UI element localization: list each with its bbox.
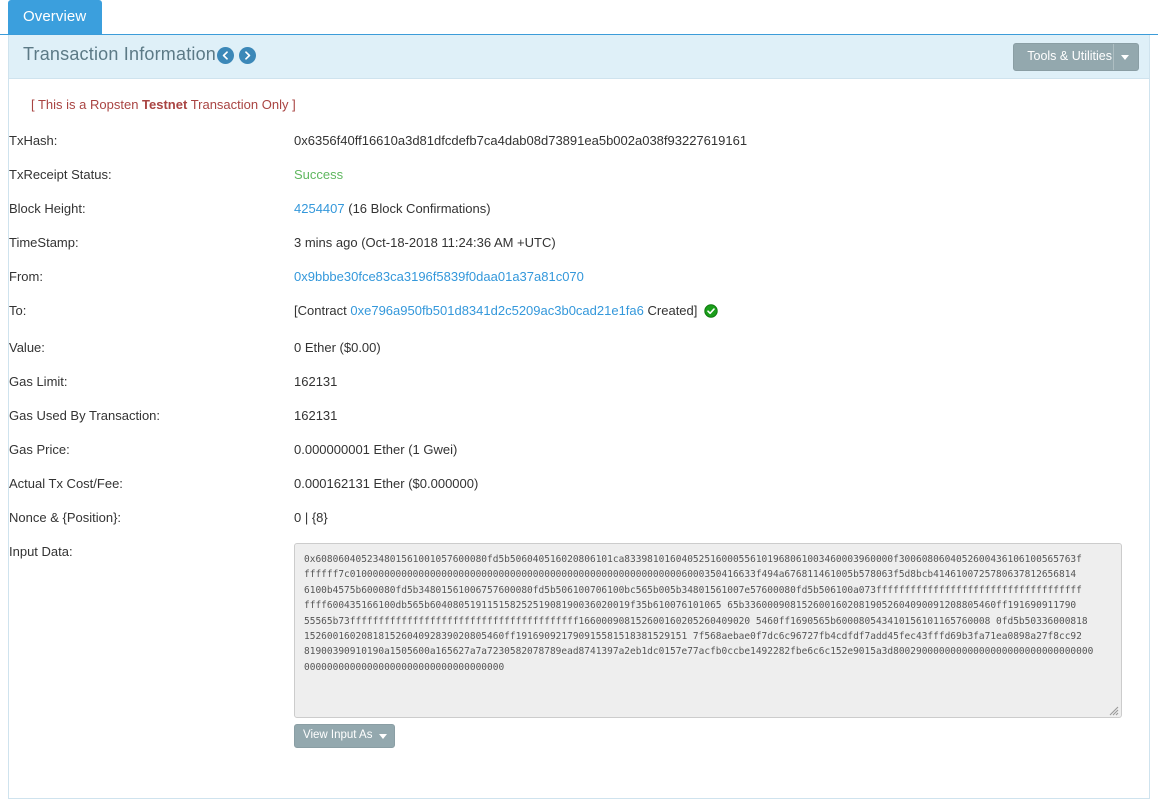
chevron-down-icon	[1121, 55, 1129, 60]
block-height-link[interactable]: 4254407	[294, 201, 345, 216]
status-label: TxReceipt Status:	[9, 167, 112, 182]
contract-address-link[interactable]: 0xe796a950fb501d8341d2c5209ac3b0cad21e1f…	[350, 303, 644, 318]
table-row-block-height: Block Height: 4254407 (16 Block Confirma…	[9, 194, 1149, 228]
gas-used-label: Gas Used By Transaction:	[9, 408, 161, 423]
timestamp-label: TimeStamp:	[9, 235, 79, 250]
table-row-tx-cost: Actual Tx Cost/Fee: 0.000162131 Ether ($…	[9, 469, 1149, 503]
input-data-textarea[interactable]	[294, 543, 1122, 718]
status-value: Success	[294, 160, 1149, 194]
nonce-label: Nonce & {Position}:	[9, 510, 122, 525]
notice-suffix: Transaction Only ]	[187, 97, 296, 112]
txhash-value: 0x6356f40ff16610a3d81dfcdefb7ca4dab08d73…	[294, 133, 748, 148]
value-value: 0 Ether ($0.00)	[294, 340, 381, 355]
gas-used-value: 162131	[294, 408, 338, 423]
table-row-timestamp: TimeStamp: 3 mins ago (Oct-18-2018 11:24…	[9, 228, 1149, 262]
value-label: Value:	[9, 340, 45, 355]
txhash-label: TxHash:	[9, 133, 58, 148]
panel-header: Transaction Information Tools & Utilitie…	[9, 35, 1149, 79]
transaction-page: Overview Transaction Information Tools &…	[0, 0, 1158, 810]
input-data-wrapper	[294, 543, 1122, 718]
table-row-input-data: Input Data: View	[9, 537, 1149, 748]
view-input-as-button[interactable]: View Input As	[294, 724, 396, 748]
table-row-to: To: [Contract 0xe796a950fb501d8341d2c520…	[9, 296, 1149, 333]
table-row-gas-used: Gas Used By Transaction: 162131	[9, 401, 1149, 435]
block-height-label: Block Height:	[9, 201, 86, 216]
chevron-right-circle-icon[interactable]	[239, 47, 256, 64]
table-row-value: Value: 0 Ether ($0.00)	[9, 333, 1149, 367]
view-input-as-label: View Input As	[303, 729, 373, 741]
table-row-txhash: TxHash: 0x6356f40ff16610a3d81dfcdefb7ca4…	[9, 126, 1149, 160]
table-row-nonce: Nonce & {Position}: 0 | {8}	[9, 503, 1149, 537]
gas-limit-value: 162131	[294, 374, 338, 389]
transaction-details-table: TxHash: 0x6356f40ff16610a3d81dfcdefb7ca4…	[9, 126, 1149, 748]
tools-and-utilities-button[interactable]: Tools & Utilities	[1013, 43, 1139, 71]
from-value: 0x9bbbe30fce83ca3196f5839f0daa01a37a81c0…	[294, 262, 1149, 296]
to-label: To:	[9, 303, 27, 318]
to-suffix: Created]	[647, 303, 698, 318]
transaction-nav	[217, 47, 256, 64]
tab-strip: Overview	[0, 0, 1158, 35]
testnet-notice: [ This is a Ropsten Testnet Transaction …	[9, 79, 1149, 112]
from-label: From:	[9, 269, 43, 284]
timestamp-value: 3 mins ago (Oct-18-2018 11:24:36 AM +UTC…	[294, 235, 556, 250]
table-row-status: TxReceipt Status: Success	[9, 160, 1149, 194]
status-badge: Success	[294, 167, 344, 182]
notice-prefix: [ This is a Ropsten	[31, 97, 143, 112]
chevron-left-circle-icon[interactable]	[217, 47, 234, 64]
tx-cost-value: 0.000162131 Ether ($0.000000)	[294, 476, 479, 491]
tx-cost-label: Actual Tx Cost/Fee:	[9, 476, 123, 491]
table-row-from: From: 0x9bbbe30fce83ca3196f5839f0daa01a3…	[9, 262, 1149, 296]
verified-check-icon	[704, 304, 719, 322]
gas-limit-label: Gas Limit:	[9, 374, 68, 389]
input-data-cell: View Input As	[294, 537, 1149, 748]
transaction-panel: Transaction Information Tools & Utilitie…	[8, 35, 1150, 799]
table-row-gas-price: Gas Price: 0.000000001 Ether (1 Gwei)	[9, 435, 1149, 469]
notice-emphasis: Testnet	[142, 97, 188, 112]
table-row-gas-limit: Gas Limit: 162131	[9, 367, 1149, 401]
to-value: [Contract 0xe796a950fb501d8341d2c5209ac3…	[294, 296, 1149, 333]
panel-body: [ This is a Ropsten Testnet Transaction …	[9, 79, 1149, 748]
button-divider	[1113, 44, 1114, 70]
gas-price-label: Gas Price:	[9, 442, 70, 457]
block-confirmations: (16 Block Confirmations)	[348, 201, 491, 216]
input-data-label: Input Data:	[9, 544, 73, 559]
from-address-link[interactable]: 0x9bbbe30fce83ca3196f5839f0daa01a37a81c0…	[294, 269, 584, 284]
page-title: Transaction Information	[23, 44, 217, 64]
chevron-down-icon	[379, 734, 388, 739]
tab-overview[interactable]: Overview	[8, 0, 103, 34]
nonce-value: 0 | {8}	[294, 510, 328, 525]
tools-and-utilities-label: Tools & Utilities	[1027, 49, 1112, 63]
block-height-value: 4254407 (16 Block Confirmations)	[294, 194, 1149, 228]
to-prefix: [Contract	[294, 303, 347, 318]
gas-price-value: 0.000000001 Ether (1 Gwei)	[294, 442, 458, 457]
